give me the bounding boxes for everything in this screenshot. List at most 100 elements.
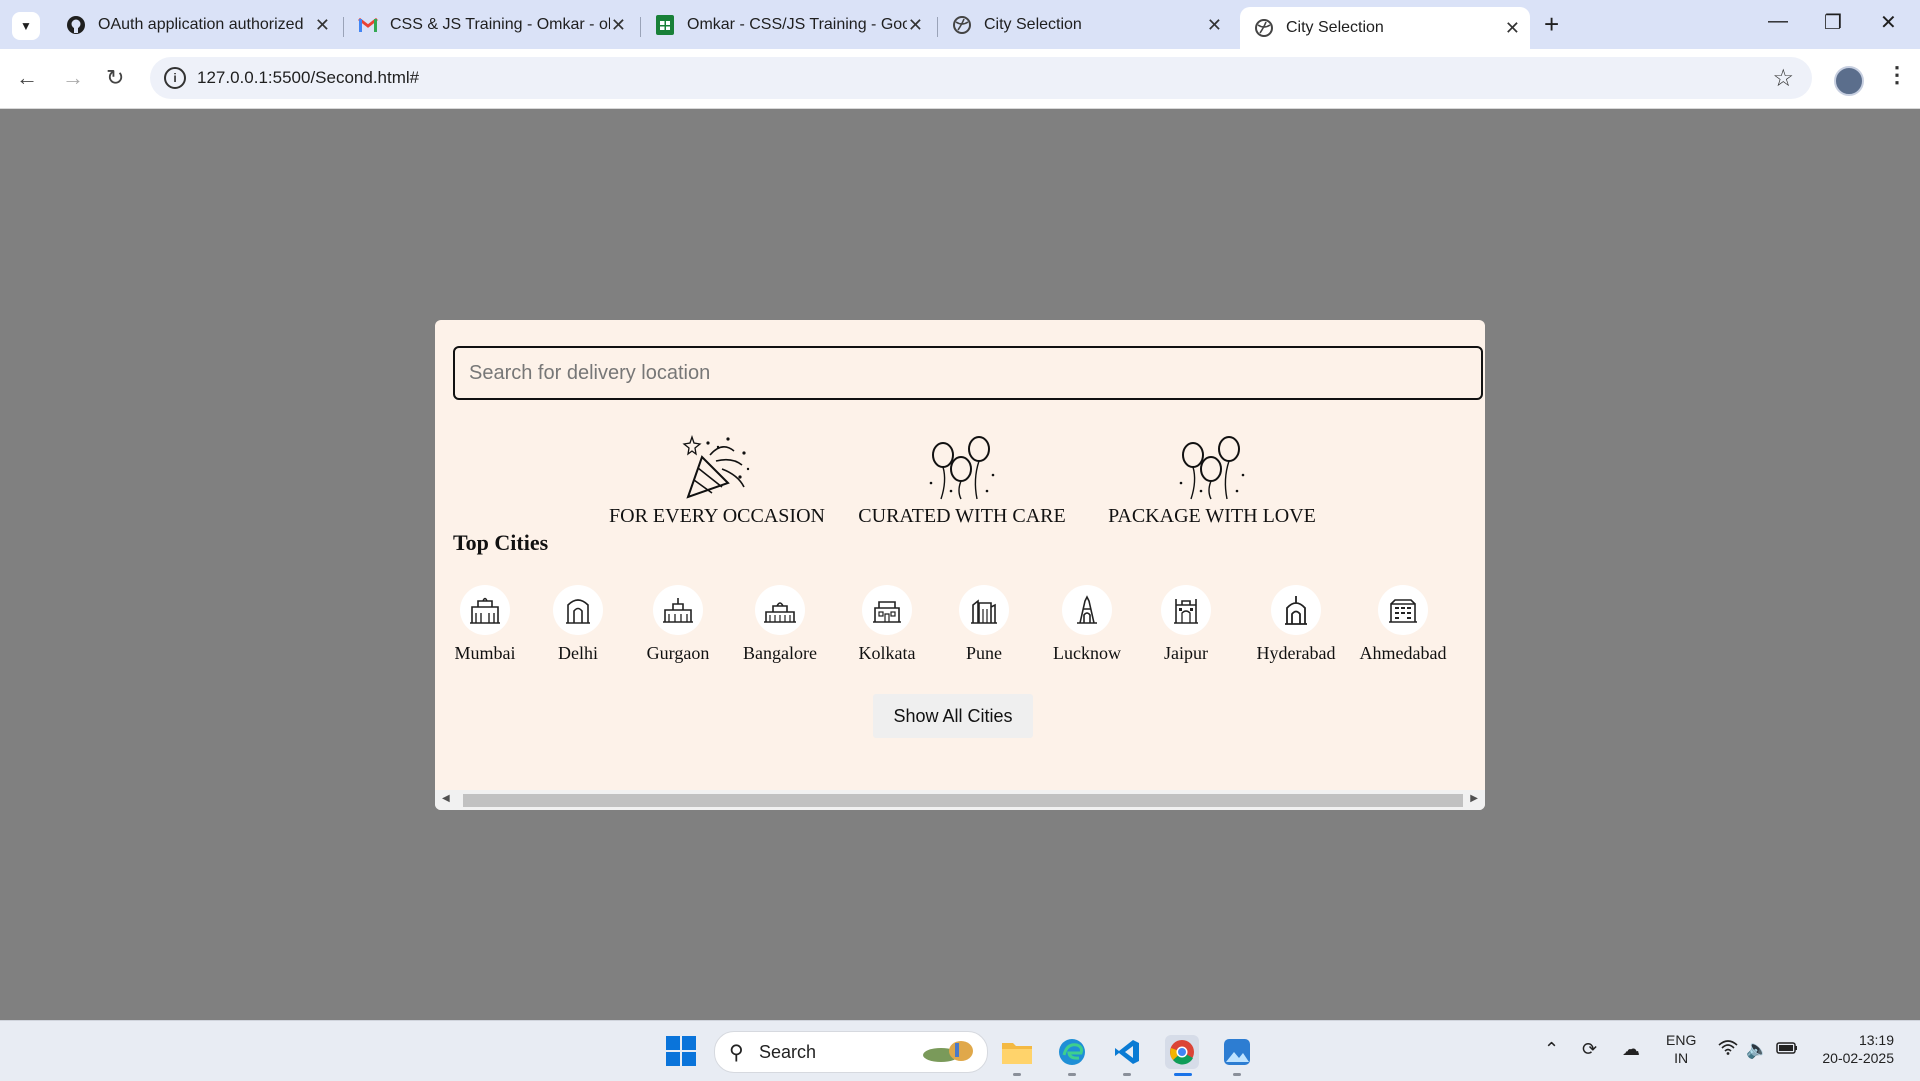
city-name: Ahmedabad [1359,643,1447,663]
tray-overflow-chevron-icon[interactable]: ⌃ [1544,1039,1559,1060]
city-item-delhi[interactable]: Delhi [543,585,613,664]
mumbai-landmark-icon [460,585,510,635]
onedrive-cloud-icon[interactable]: ☁ [1622,1039,1640,1060]
windows-start-icon[interactable] [666,1036,696,1066]
profile-avatar[interactable] [1834,66,1864,96]
city-item-pune[interactable]: Pune [949,585,1019,664]
city-name: Pune [966,643,1002,663]
balloons-icon [1179,436,1245,500]
browser-tab[interactable]: OAuth application authorized ✕ [52,9,340,41]
city-item-jaipur[interactable]: Jaipur [1151,585,1221,664]
sheets-icon [655,15,675,35]
party-popper-icon [682,435,750,499]
browser-tab[interactable]: City Selection ✕ [938,9,1232,41]
forward-arrow-icon[interactable]: → [62,65,84,91]
language-code: ENG [1666,1032,1697,1048]
feature-label: CURATED WITH CARE [858,505,1066,527]
gurgaon-landmark-icon [653,585,703,635]
kolkata-landmark-icon [862,585,912,635]
tab-search-chevron-icon[interactable]: ▼ [12,12,40,40]
windows-taskbar: ⚲ Search ⌃ ⟳ ☁ ENG IN 🔈 13:19 20-02-2025 [0,1020,1920,1081]
feature-curated-care: CURATED WITH CARE [857,435,1067,528]
language-indicator[interactable]: ENG IN [1666,1031,1696,1067]
battery-icon[interactable] [1776,1039,1798,1060]
file-explorer-icon[interactable] [1000,1035,1034,1069]
bookmark-star-icon[interactable]: ☆ [1772,64,1794,93]
tab-close-icon[interactable]: ✕ [1207,15,1222,36]
system-clock[interactable]: 13:19 20-02-2025 [1822,1031,1894,1067]
city-item-lucknow[interactable]: Lucknow [1047,585,1127,664]
tab-title: OAuth application authorized [98,16,304,33]
city-item-gurgaon[interactable]: Gurgaon [633,585,723,664]
tab-close-icon[interactable]: ✕ [315,15,330,36]
tab-title: City Selection [1286,19,1384,36]
balloons-icon [929,436,995,500]
app-running-indicator [1233,1073,1241,1076]
edge-browser-icon[interactable] [1055,1035,1089,1069]
city-name: Mumbai [454,643,516,663]
search-highlight-icon [921,1039,977,1071]
taskbar-search-label: Search [759,1042,817,1062]
url-text[interactable]: 127.0.0.1:5500/Second.html# [197,68,419,88]
volume-icon[interactable]: 🔈 [1746,1039,1768,1060]
browser-tab-strip: ▼ OAuth application authorized ✕ CSS & J… [0,0,1920,49]
pune-landmark-icon [959,585,1009,635]
app-active-indicator [1174,1073,1192,1076]
tab-close-icon[interactable]: ✕ [908,15,923,36]
city-item-hyderabad[interactable]: Hyderabad [1251,585,1341,664]
chrome-browser-icon[interactable] [1165,1035,1199,1069]
back-arrow-icon[interactable]: ← [16,65,38,91]
city-item-kolkata[interactable]: Kolkata [847,585,927,664]
browser-tab[interactable]: Omkar - CSS/JS Training - Goo ✕ [641,9,933,41]
site-info-icon[interactable]: i [164,67,186,89]
search-icon: ⚲ [729,1042,744,1064]
city-name: Bangalore [743,643,817,663]
clock-date: 20-02-2025 [1822,1050,1894,1066]
tab-title: Omkar - CSS/JS Training - Goo [687,16,907,33]
photos-app-icon[interactable] [1220,1035,1254,1069]
tab-close-icon[interactable]: ✕ [611,15,626,36]
github-icon [66,15,86,35]
city-item-bangalore[interactable]: Bangalore [735,585,825,664]
app-running-indicator [1013,1073,1021,1076]
tab-title: CSS & JS Training - Omkar - ok [390,16,610,33]
city-name: Lucknow [1053,643,1121,663]
minimize-icon[interactable]: — [1768,10,1788,33]
browser-menu-icon[interactable]: ⋮ [1886,62,1908,88]
scrollbar-thumb[interactable] [463,794,1463,807]
city-item-ahmedabad[interactable]: Ahmedabad [1353,585,1453,664]
app-running-indicator [1123,1073,1131,1076]
vscode-icon[interactable] [1110,1035,1144,1069]
app-running-indicator [1068,1073,1076,1076]
window-close-icon[interactable]: ✕ [1880,10,1897,35]
horizontal-scrollbar[interactable]: ◀ ▶ [435,790,1485,810]
scroll-right-arrow-icon[interactable]: ▶ [1470,793,1478,804]
feature-package-love: PACKAGE WITH LOVE [1107,435,1317,528]
scroll-left-arrow-icon[interactable]: ◀ [442,793,450,804]
city-item-mumbai[interactable]: Mumbai [445,585,525,664]
hyderabad-landmark-icon [1271,585,1321,635]
globe-icon [1254,18,1274,38]
delivery-location-search-input[interactable] [453,346,1483,400]
city-name: Kolkata [858,643,916,663]
new-tab-plus-icon[interactable]: + [1544,10,1559,38]
tab-title: City Selection [984,16,1082,33]
restore-icon[interactable]: ❐ [1824,10,1842,35]
sync-icon[interactable]: ⟳ [1582,1039,1597,1060]
city-name: Jaipur [1164,643,1208,663]
wifi-icon[interactable] [1718,1039,1738,1060]
city-name: Delhi [558,643,598,663]
clock-time: 13:19 [1858,1032,1894,1048]
feature-label: FOR EVERY OCCASION [609,505,825,527]
ahmedabad-landmark-icon [1378,585,1428,635]
taskbar-search-box[interactable]: ⚲ Search [714,1031,988,1073]
tab-close-icon[interactable]: ✕ [1505,18,1520,39]
browser-tab[interactable]: CSS & JS Training - Omkar - ok ✕ [344,9,636,41]
address-bar[interactable]: i 127.0.0.1:5500/Second.html# ☆ [150,57,1812,99]
browser-tab-active[interactable]: City Selection ✕ [1240,7,1530,49]
show-all-cities-button[interactable]: Show All Cities [873,694,1033,738]
globe-icon [952,15,972,35]
top-cities-heading: Top Cities [453,530,549,555]
bangalore-landmark-icon [755,585,805,635]
reload-icon[interactable]: ↻ [106,65,124,91]
